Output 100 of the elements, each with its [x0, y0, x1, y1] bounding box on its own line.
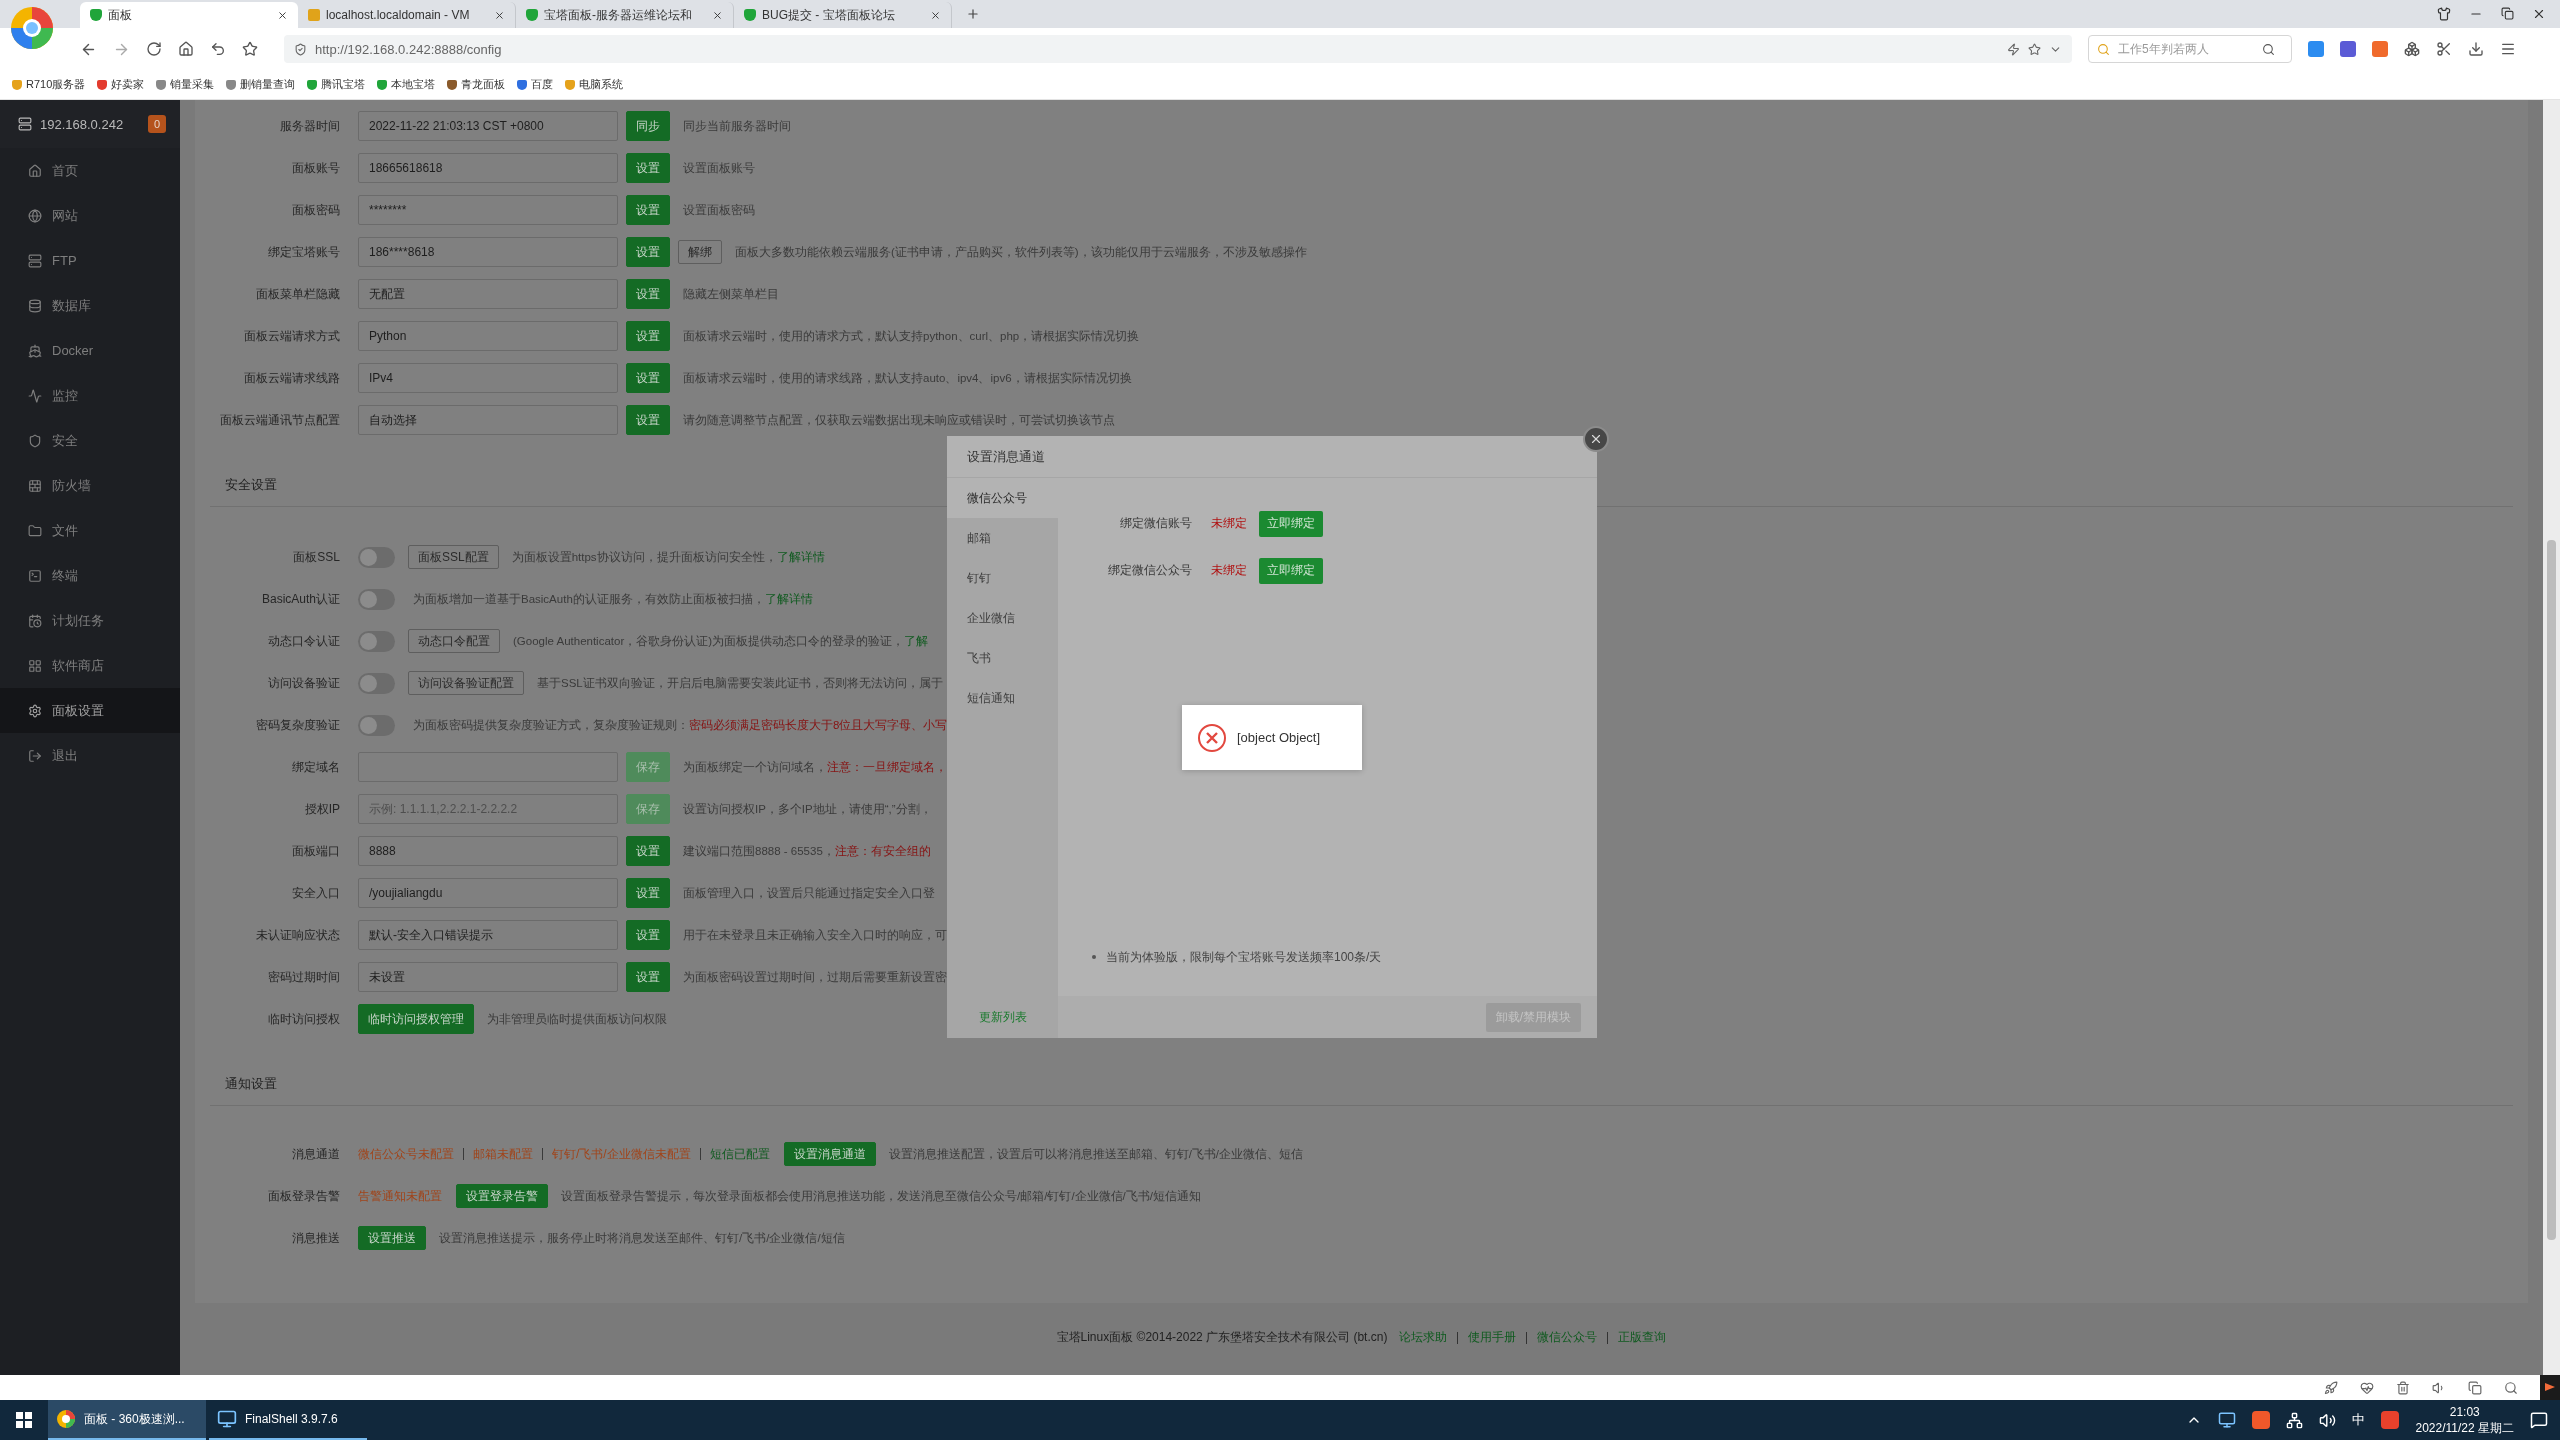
taskbar-item[interactable]: FinalShell 3.9.7.6	[209, 1400, 367, 1440]
volume-icon[interactable]	[2319, 1411, 2337, 1429]
browser-tab[interactable]: 面板	[80, 2, 298, 28]
notification-icon[interactable]	[2530, 1411, 2548, 1429]
sidebar-item[interactable]: 防火墙	[0, 463, 180, 508]
search-icon[interactable]	[2262, 42, 2275, 56]
sidebar-item[interactable]: 数据库	[0, 283, 180, 328]
action-button[interactable]: 设置	[626, 878, 670, 908]
star-icon[interactable]	[242, 41, 258, 57]
sidebar-item[interactable]: 文件	[0, 508, 180, 553]
bookmark-item[interactable]: 删销量查询	[226, 77, 296, 92]
text-field[interactable]: 自动选择	[358, 405, 618, 435]
action-button[interactable]: 设置	[626, 279, 670, 309]
bind-button[interactable]: 立即绑定	[1259, 510, 1323, 537]
bind-button[interactable]: 立即绑定	[1259, 557, 1323, 584]
action-button[interactable]: 设置	[626, 237, 670, 267]
clock[interactable]: 21:03 2022/11/22 星期二	[2415, 1404, 2514, 1436]
bookmark-item[interactable]: 电脑系统	[565, 77, 624, 92]
sidebar-item[interactable]: 网站	[0, 193, 180, 238]
restore-icon[interactable]	[2501, 7, 2514, 20]
action-button[interactable]: 设置	[626, 195, 670, 225]
scrollbar[interactable]	[2543, 100, 2560, 1375]
sidebar-item[interactable]: 终端	[0, 553, 180, 598]
text-field[interactable]: IPv4	[358, 363, 618, 393]
download-icon[interactable]	[2468, 41, 2484, 57]
learn-more-link[interactable]: 了解详情	[776, 550, 825, 563]
toggle-switch[interactable]	[358, 630, 395, 652]
text-field[interactable]: 2022-11-22 21:03:13 CST +0800	[358, 111, 618, 141]
action-button[interactable]: 设置	[626, 836, 670, 866]
action-button[interactable]: 设置	[626, 153, 670, 183]
bookmark-item[interactable]: 本地宝塔	[377, 77, 436, 92]
text-field[interactable]: /youjialiangdu	[358, 878, 618, 908]
app-icon[interactable]	[2252, 1411, 2271, 1429]
boxes-icon[interactable]	[2404, 41, 2420, 57]
scissors-icon[interactable]	[2436, 41, 2452, 57]
sidebar-item[interactable]: 首页	[0, 148, 180, 193]
action-button[interactable]: 设置推送	[358, 1226, 426, 1250]
action-button[interactable]: 同步	[626, 111, 670, 141]
close-icon[interactable]	[494, 9, 505, 21]
sidebar-item[interactable]: 面板设置	[0, 688, 180, 733]
flag-icon[interactable]	[2540, 1375, 2560, 1400]
reload-icon[interactable]	[146, 41, 162, 57]
text-field[interactable]: ********	[358, 195, 618, 225]
close-icon[interactable]	[930, 9, 941, 21]
config-button[interactable]: 解绑	[678, 240, 722, 264]
bookmark-item[interactable]: 腾讯宝塔	[307, 77, 366, 92]
home-icon[interactable]	[178, 41, 194, 57]
undo-icon[interactable]	[210, 41, 226, 57]
bookmark-item[interactable]: 青龙面板	[447, 77, 506, 92]
trash-icon[interactable]	[2396, 1380, 2410, 1395]
monitor-icon[interactable]	[2218, 1411, 2237, 1429]
lightning-icon[interactable]	[2007, 42, 2020, 56]
text-field[interactable]: 默认-安全入口错误提示	[358, 920, 618, 950]
rocket-icon[interactable]	[2324, 1380, 2338, 1395]
search-field[interactable]: 工作5年判若两人	[2088, 35, 2292, 63]
search-input[interactable]: 工作5年判若两人	[2116, 41, 2256, 57]
toggle-switch[interactable]	[358, 588, 395, 610]
config-button[interactable]: 动态口令配置	[408, 629, 500, 653]
toggle-switch[interactable]	[358, 672, 395, 694]
action-button[interactable]: 设置消息通道	[783, 1142, 876, 1166]
action-button[interactable]: 设置	[626, 363, 670, 393]
heart-pulse-icon[interactable]	[2360, 1380, 2374, 1395]
sidebar-item[interactable]: FTP	[0, 238, 180, 283]
search-icon[interactable]	[2504, 1380, 2518, 1395]
copy-icon[interactable]	[2468, 1380, 2482, 1395]
action-button[interactable]: 设置	[626, 962, 670, 992]
close-icon[interactable]	[277, 9, 288, 21]
bookmark-item[interactable]: 好卖家	[97, 77, 145, 92]
star-icon[interactable]	[2028, 42, 2041, 56]
sidebar-item[interactable]: 计划任务	[0, 598, 180, 643]
app-icon[interactable]	[2381, 1411, 2400, 1429]
sidebar-item[interactable]: 软件商店	[0, 643, 180, 688]
sidebar-item[interactable]: Docker	[0, 328, 180, 373]
new-tab-icon[interactable]	[966, 7, 980, 21]
channel-tab[interactable]: 微信公众号	[947, 478, 1058, 518]
shirt-icon[interactable]	[2437, 7, 2451, 21]
bookmark-item[interactable]: 百度	[517, 77, 554, 92]
taskbar-item[interactable]: 面板 - 360极速浏...	[48, 1400, 206, 1440]
network-icon[interactable]	[2286, 1411, 2304, 1429]
input-method[interactable]: 中	[2352, 1411, 2366, 1429]
text-field[interactable]: 186****8618	[358, 237, 618, 267]
learn-more-link[interactable]: 了解	[904, 634, 929, 647]
text-field[interactable]: 18665618618	[358, 153, 618, 183]
action-button[interactable]: 临时访问授权管理	[358, 1004, 474, 1034]
action-button[interactable]: 设置登录告警	[456, 1184, 548, 1208]
action-button[interactable]: 设置	[626, 920, 670, 950]
toggle-switch[interactable]	[358, 714, 395, 736]
sidebar-item[interactable]: 安全	[0, 418, 180, 463]
bookmark-item[interactable]: 销量采集	[156, 77, 215, 92]
text-field[interactable]: Python	[358, 321, 618, 351]
config-button[interactable]: 访问设备验证配置	[408, 671, 524, 695]
bookmark-item[interactable]: R710服务器	[12, 77, 86, 92]
close-icon[interactable]	[712, 9, 723, 21]
menu-icon[interactable]	[2500, 41, 2516, 57]
action-button[interactable]: 设置	[626, 321, 670, 351]
config-button[interactable]: 面板SSL配置	[408, 545, 499, 569]
address-field[interactable]: http://192.168.0.242:8888/config	[284, 35, 2072, 63]
sidebar-item[interactable]: 监控	[0, 373, 180, 418]
close-icon[interactable]	[2532, 7, 2546, 21]
toggle-switch[interactable]	[358, 546, 395, 568]
